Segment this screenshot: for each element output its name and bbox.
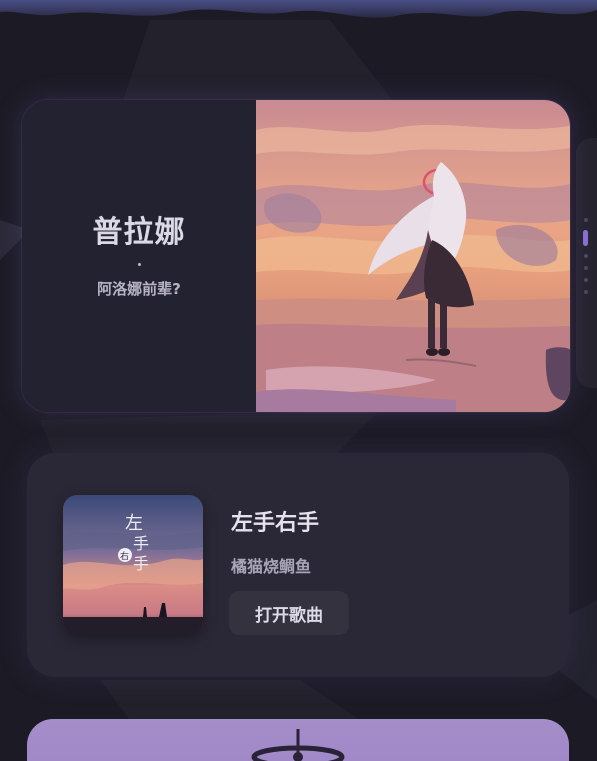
pager-dot[interactable] — [584, 218, 588, 222]
anime-girl-sunset-illustration — [256, 100, 570, 412]
pager-dot[interactable] — [584, 254, 588, 258]
album-cover[interactable]: 左 手 右 手 — [63, 495, 203, 635]
bottom-card[interactable] — [27, 719, 569, 761]
hero-banner-card[interactable]: 普拉娜 阿洛娜前辈? — [22, 100, 570, 412]
hero-separator-dot — [137, 263, 141, 266]
svg-text:右: 右 — [120, 550, 129, 562]
pager-dot[interactable] — [584, 266, 588, 270]
open-song-button[interactable]: 打开歌曲 — [229, 591, 349, 635]
orbit-logo-icon — [251, 729, 345, 761]
song-artist: 橘猫烧鲷鱼 — [231, 557, 312, 576]
svg-text:左: 左 — [125, 513, 143, 534]
svg-text:手: 手 — [133, 554, 149, 573]
pager-dot-active[interactable] — [583, 230, 588, 246]
hero-subtitle: 阿洛娜前辈? — [97, 280, 181, 298]
hero-pager[interactable] — [583, 218, 589, 298]
svg-text:手: 手 — [133, 534, 149, 553]
pager-dot[interactable] — [584, 278, 588, 282]
pager-dot[interactable] — [584, 290, 588, 294]
hero-text-panel: 普拉娜 阿洛娜前辈? — [22, 100, 256, 412]
hero-title: 普拉娜 — [92, 215, 186, 250]
song-card[interactable]: 左 手 右 手 左手右手 橘猫烧鲷鱼 打开歌曲 — [27, 453, 569, 677]
song-title: 左手右手 — [231, 511, 320, 536]
album-cover-sunset-art: 左 手 右 手 — [63, 495, 203, 635]
